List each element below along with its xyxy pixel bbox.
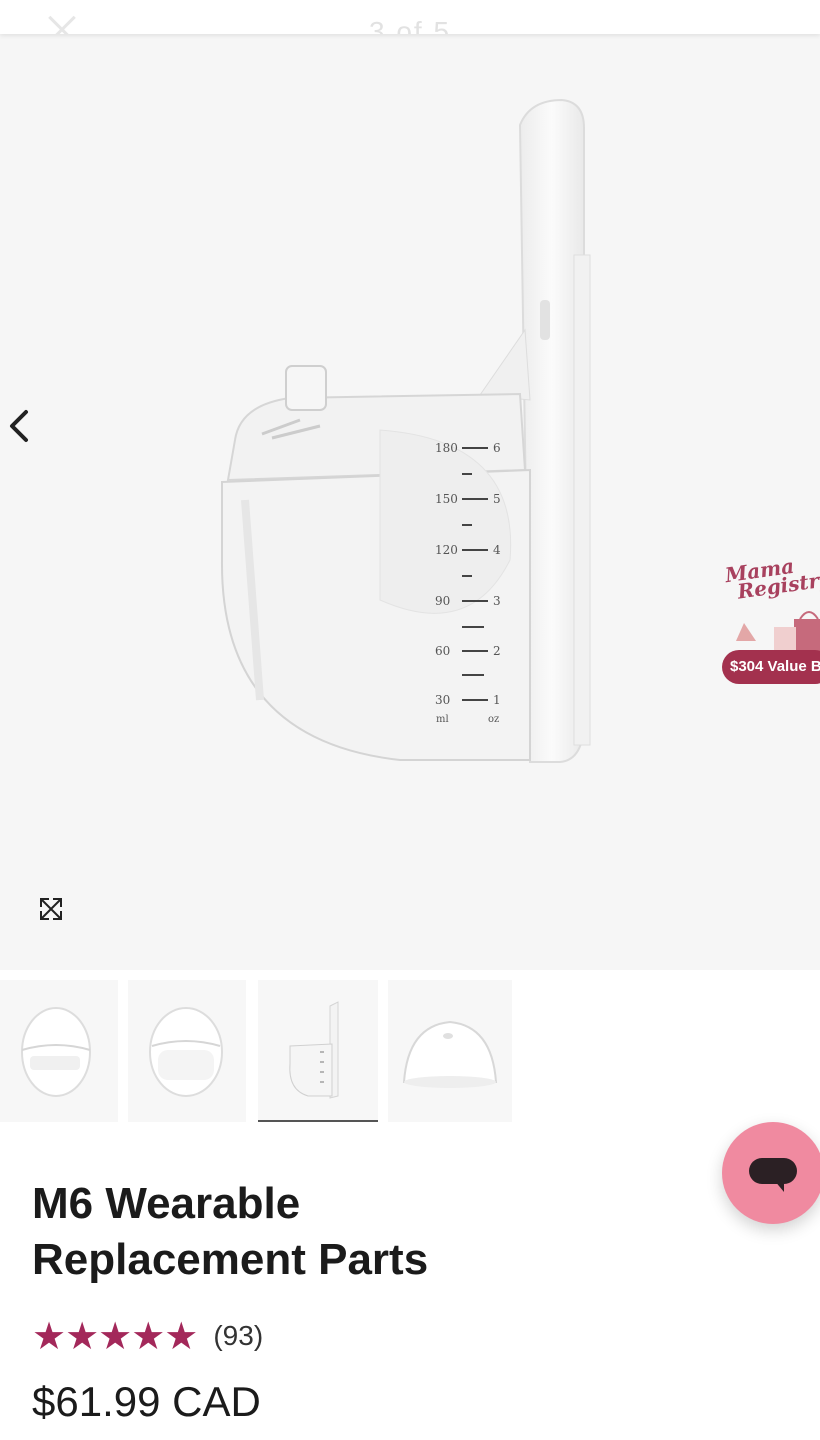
- product-image: 180 6 150 5 120 4 90 3 60 2 30 1 ml oz: [220, 98, 591, 763]
- svg-text:120: 120: [435, 543, 458, 557]
- product-image-viewer[interactable]: 180 6 150 5 120 4 90 3 60 2 30 1 ml oz M…: [0, 34, 820, 970]
- registry-badge-title: Mama Registry: [723, 553, 820, 604]
- thumbnail-2[interactable]: [128, 980, 246, 1122]
- gift-bag-icon: [736, 611, 820, 651]
- image-counter: 3 of 5: [368, 16, 452, 34]
- svg-text:2: 2: [493, 644, 501, 658]
- thumbnail-1[interactable]: [0, 980, 118, 1122]
- cup-front-thumbnail-icon: [21, 1007, 91, 1097]
- lightbox-header: 3 of 5: [0, 0, 820, 34]
- star-rating-icon: ★★★★★: [32, 1314, 198, 1358]
- svg-text:180: 180: [435, 441, 458, 455]
- svg-text:3: 3: [493, 594, 501, 608]
- svg-text:150: 150: [435, 492, 458, 506]
- svg-text:1: 1: [493, 693, 501, 707]
- chat-bubble-icon: [749, 1158, 797, 1184]
- cup-front-thumbnail-2-icon: [149, 1007, 223, 1097]
- svg-text:90: 90: [435, 594, 450, 608]
- review-count: (93): [213, 1320, 264, 1351]
- thumbnail-strip: [0, 978, 820, 1126]
- chevron-left-icon[interactable]: [2, 406, 36, 446]
- product-title: M6 Wearable Replacement Parts: [32, 1179, 429, 1284]
- thumbnail-4[interactable]: [388, 980, 512, 1122]
- shield-dome-thumbnail-icon: [402, 1020, 498, 1088]
- svg-text:60: 60: [435, 644, 450, 658]
- cup-side-thumbnail-icon: [289, 1001, 339, 1099]
- registry-value-pill: $304 Value B: [722, 650, 820, 684]
- svg-text:ml: ml: [436, 714, 449, 725]
- expand-icon[interactable]: [36, 894, 66, 924]
- product-price: $61.99 CAD: [32, 1378, 261, 1425]
- svg-text:5: 5: [493, 492, 501, 506]
- product-rating[interactable]: ★★★★★ (93): [32, 1316, 263, 1356]
- svg-text:4: 4: [493, 543, 501, 557]
- svg-text:6: 6: [493, 441, 501, 455]
- chat-button[interactable]: [722, 1122, 820, 1224]
- svg-text:oz: oz: [488, 714, 499, 725]
- registry-promo-badge[interactable]: Mama Registry $304 Value B: [722, 554, 820, 689]
- thumbnail-3[interactable]: [258, 980, 378, 1122]
- svg-text:30: 30: [435, 693, 450, 707]
